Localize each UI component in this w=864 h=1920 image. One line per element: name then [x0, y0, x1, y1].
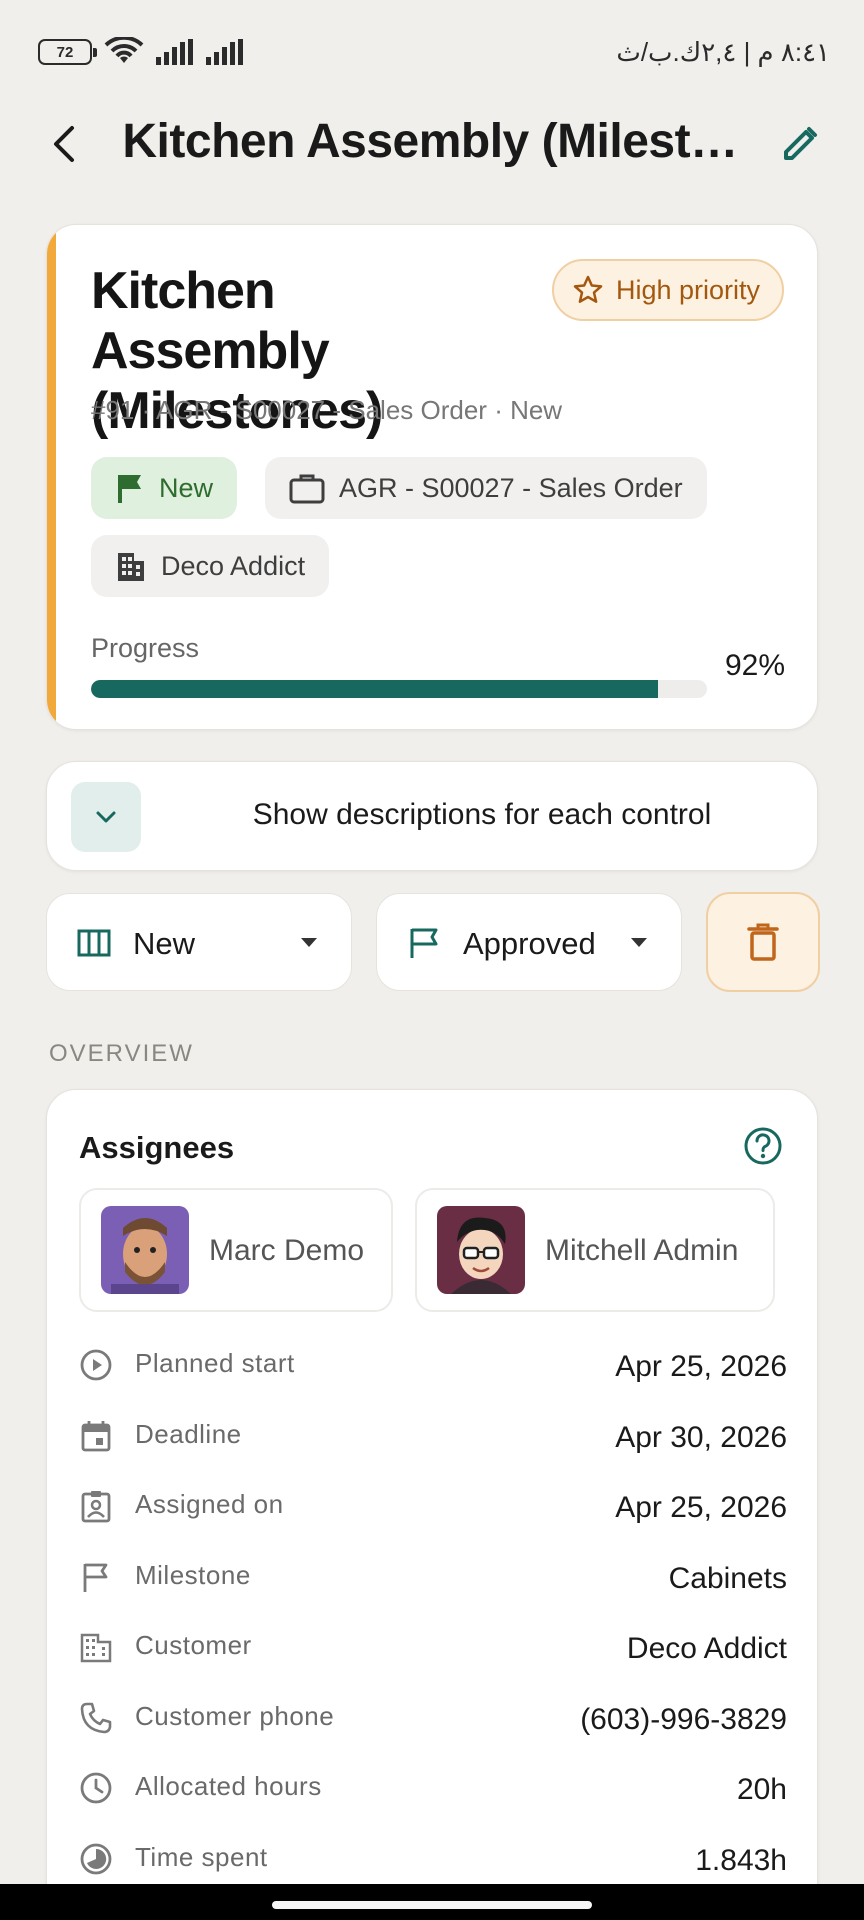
field-value: Apr 25, 2026 — [615, 1491, 787, 1524]
assignee-card[interactable]: Mitchell Admin — [415, 1188, 775, 1312]
field-label: Milestone — [135, 1559, 251, 1590]
field-row-planned-start: Planned start Apr 25, 2026 — [79, 1330, 787, 1401]
page-title: Kitchen Assembly (Milest… — [122, 115, 738, 168]
status-icons: 72 — [38, 37, 244, 67]
progress-label: Progress — [91, 633, 200, 663]
battery-level: 72 — [56, 43, 74, 61]
field-label: Time spent — [135, 1841, 268, 1872]
sales-order-chip[interactable]: AGR - S00027 - Sales Order — [265, 457, 707, 519]
field-row-customer: Customer Deco Addict — [79, 1612, 787, 1683]
field-row-assigned-on: Assigned on Apr 25, 2026 — [79, 1471, 787, 1542]
caret-down-icon — [301, 938, 317, 947]
back-button[interactable] — [42, 122, 86, 166]
customer-chip-label: Deco Addict — [161, 550, 306, 581]
avatar — [101, 1206, 189, 1294]
field-value: Deco Addict — [626, 1632, 787, 1665]
field-label: Allocated hours — [135, 1771, 322, 1801]
play-circle-icon — [80, 1349, 112, 1381]
priority-badge[interactable]: High priority — [551, 259, 784, 321]
battery-icon: 72 — [38, 39, 97, 65]
assignees-title: Assignees — [79, 1130, 235, 1165]
building-icon — [80, 1633, 112, 1663]
customer-chip[interactable]: Deco Addict — [91, 535, 330, 597]
calendar-icon — [81, 1420, 111, 1451]
help-icon[interactable] — [743, 1126, 783, 1166]
chevron-down-icon — [96, 811, 116, 823]
chevron-left-icon — [54, 126, 74, 162]
field-value: (603)-996-3829 — [580, 1702, 787, 1736]
signal-icon — [206, 39, 243, 65]
task-subtitle: #91 · AGR - S00027 - Sales Order · New — [91, 395, 563, 425]
stage-dropdown[interactable]: New — [46, 893, 352, 991]
system-nav-bar — [0, 1884, 864, 1920]
progress-bar-fill — [91, 680, 658, 698]
field-value: 1.843h — [695, 1843, 787, 1877]
field-row-customer-phone: Customer phone (603)-996-3829 — [79, 1683, 787, 1754]
caret-down-icon — [631, 938, 647, 947]
field-value: 20h — [736, 1773, 787, 1806]
delete-button[interactable] — [706, 892, 820, 992]
section-header-overview: OVERVIEW — [49, 1040, 194, 1067]
trash-icon — [747, 923, 779, 961]
field-row-milestone: Milestone Cabinets — [79, 1542, 787, 1613]
task-summary-card: Kitchen Assembly (Milestones) High prior… — [46, 224, 818, 730]
pencil-icon — [784, 127, 817, 160]
description-toggle-card[interactable]: Show descriptions for each control — [46, 761, 818, 871]
sales-order-chip-label: AGR - S00027 - Sales Order — [339, 472, 683, 503]
field-row-deadline: Deadline Apr 30, 2026 — [79, 1401, 787, 1472]
assignee-card[interactable]: Marc Demo — [79, 1188, 393, 1312]
description-toggle-label: Show descriptions for each control — [252, 798, 712, 831]
state-dropdown[interactable]: Approved — [376, 893, 682, 991]
field-value: Apr 30, 2026 — [615, 1420, 787, 1454]
star-icon — [573, 275, 603, 303]
flag-icon — [118, 475, 141, 503]
priority-accent-bar — [47, 225, 56, 729]
field-label: Customer — [135, 1630, 252, 1660]
field-value: Apr 25, 2026 — [615, 1350, 787, 1383]
priority-label: High priority — [615, 274, 760, 305]
pie-icon — [80, 1843, 112, 1874]
progress-value: 92% — [724, 649, 785, 682]
state-dropdown-value: Approved — [463, 926, 596, 961]
assignee-name: Marc Demo — [209, 1234, 365, 1267]
stage-dropdown-value: New — [133, 926, 196, 961]
stage-chip-label: New — [159, 472, 214, 503]
signal-icon — [156, 39, 193, 65]
expand-button[interactable] — [71, 782, 141, 852]
flag-outline-icon — [410, 928, 438, 958]
briefcase-icon — [289, 474, 325, 504]
status-time: ٨:٤١ م | ٢,٤ك.ب/ث — [616, 36, 830, 67]
field-label: Assigned on — [135, 1489, 284, 1519]
flag-icon — [83, 1563, 108, 1592]
status-bar: 72 ٨:٤١ م | ٢,٤ك.ب/ث — [0, 0, 864, 104]
field-label: Deadline — [135, 1418, 242, 1449]
edit-button[interactable] — [778, 122, 822, 166]
progress-bar — [91, 680, 707, 698]
building-icon — [118, 553, 144, 581]
app-bar: Kitchen Assembly (Milest… — [0, 104, 864, 184]
kanban-columns-icon — [77, 929, 111, 957]
home-indicator[interactable] — [272, 1901, 592, 1909]
field-label: Customer phone — [135, 1700, 335, 1731]
field-value: Cabinets — [668, 1561, 787, 1595]
wifi-icon — [104, 37, 144, 63]
stage-chip[interactable]: New — [91, 457, 238, 519]
assignee-name: Mitchell Admin — [545, 1234, 739, 1267]
phone-icon — [80, 1702, 112, 1733]
overview-card: Assignees Marc Demo Mitchell Admin Plann… — [46, 1089, 818, 1920]
field-list: Planned start Apr 25, 2026 Deadline Apr … — [79, 1330, 787, 1894]
avatar — [437, 1206, 525, 1294]
field-label: Planned start — [135, 1348, 295, 1378]
clock-icon — [80, 1772, 112, 1804]
assignment-icon — [81, 1491, 111, 1523]
field-row-allocated-hours: Allocated hours 20h — [79, 1753, 787, 1824]
